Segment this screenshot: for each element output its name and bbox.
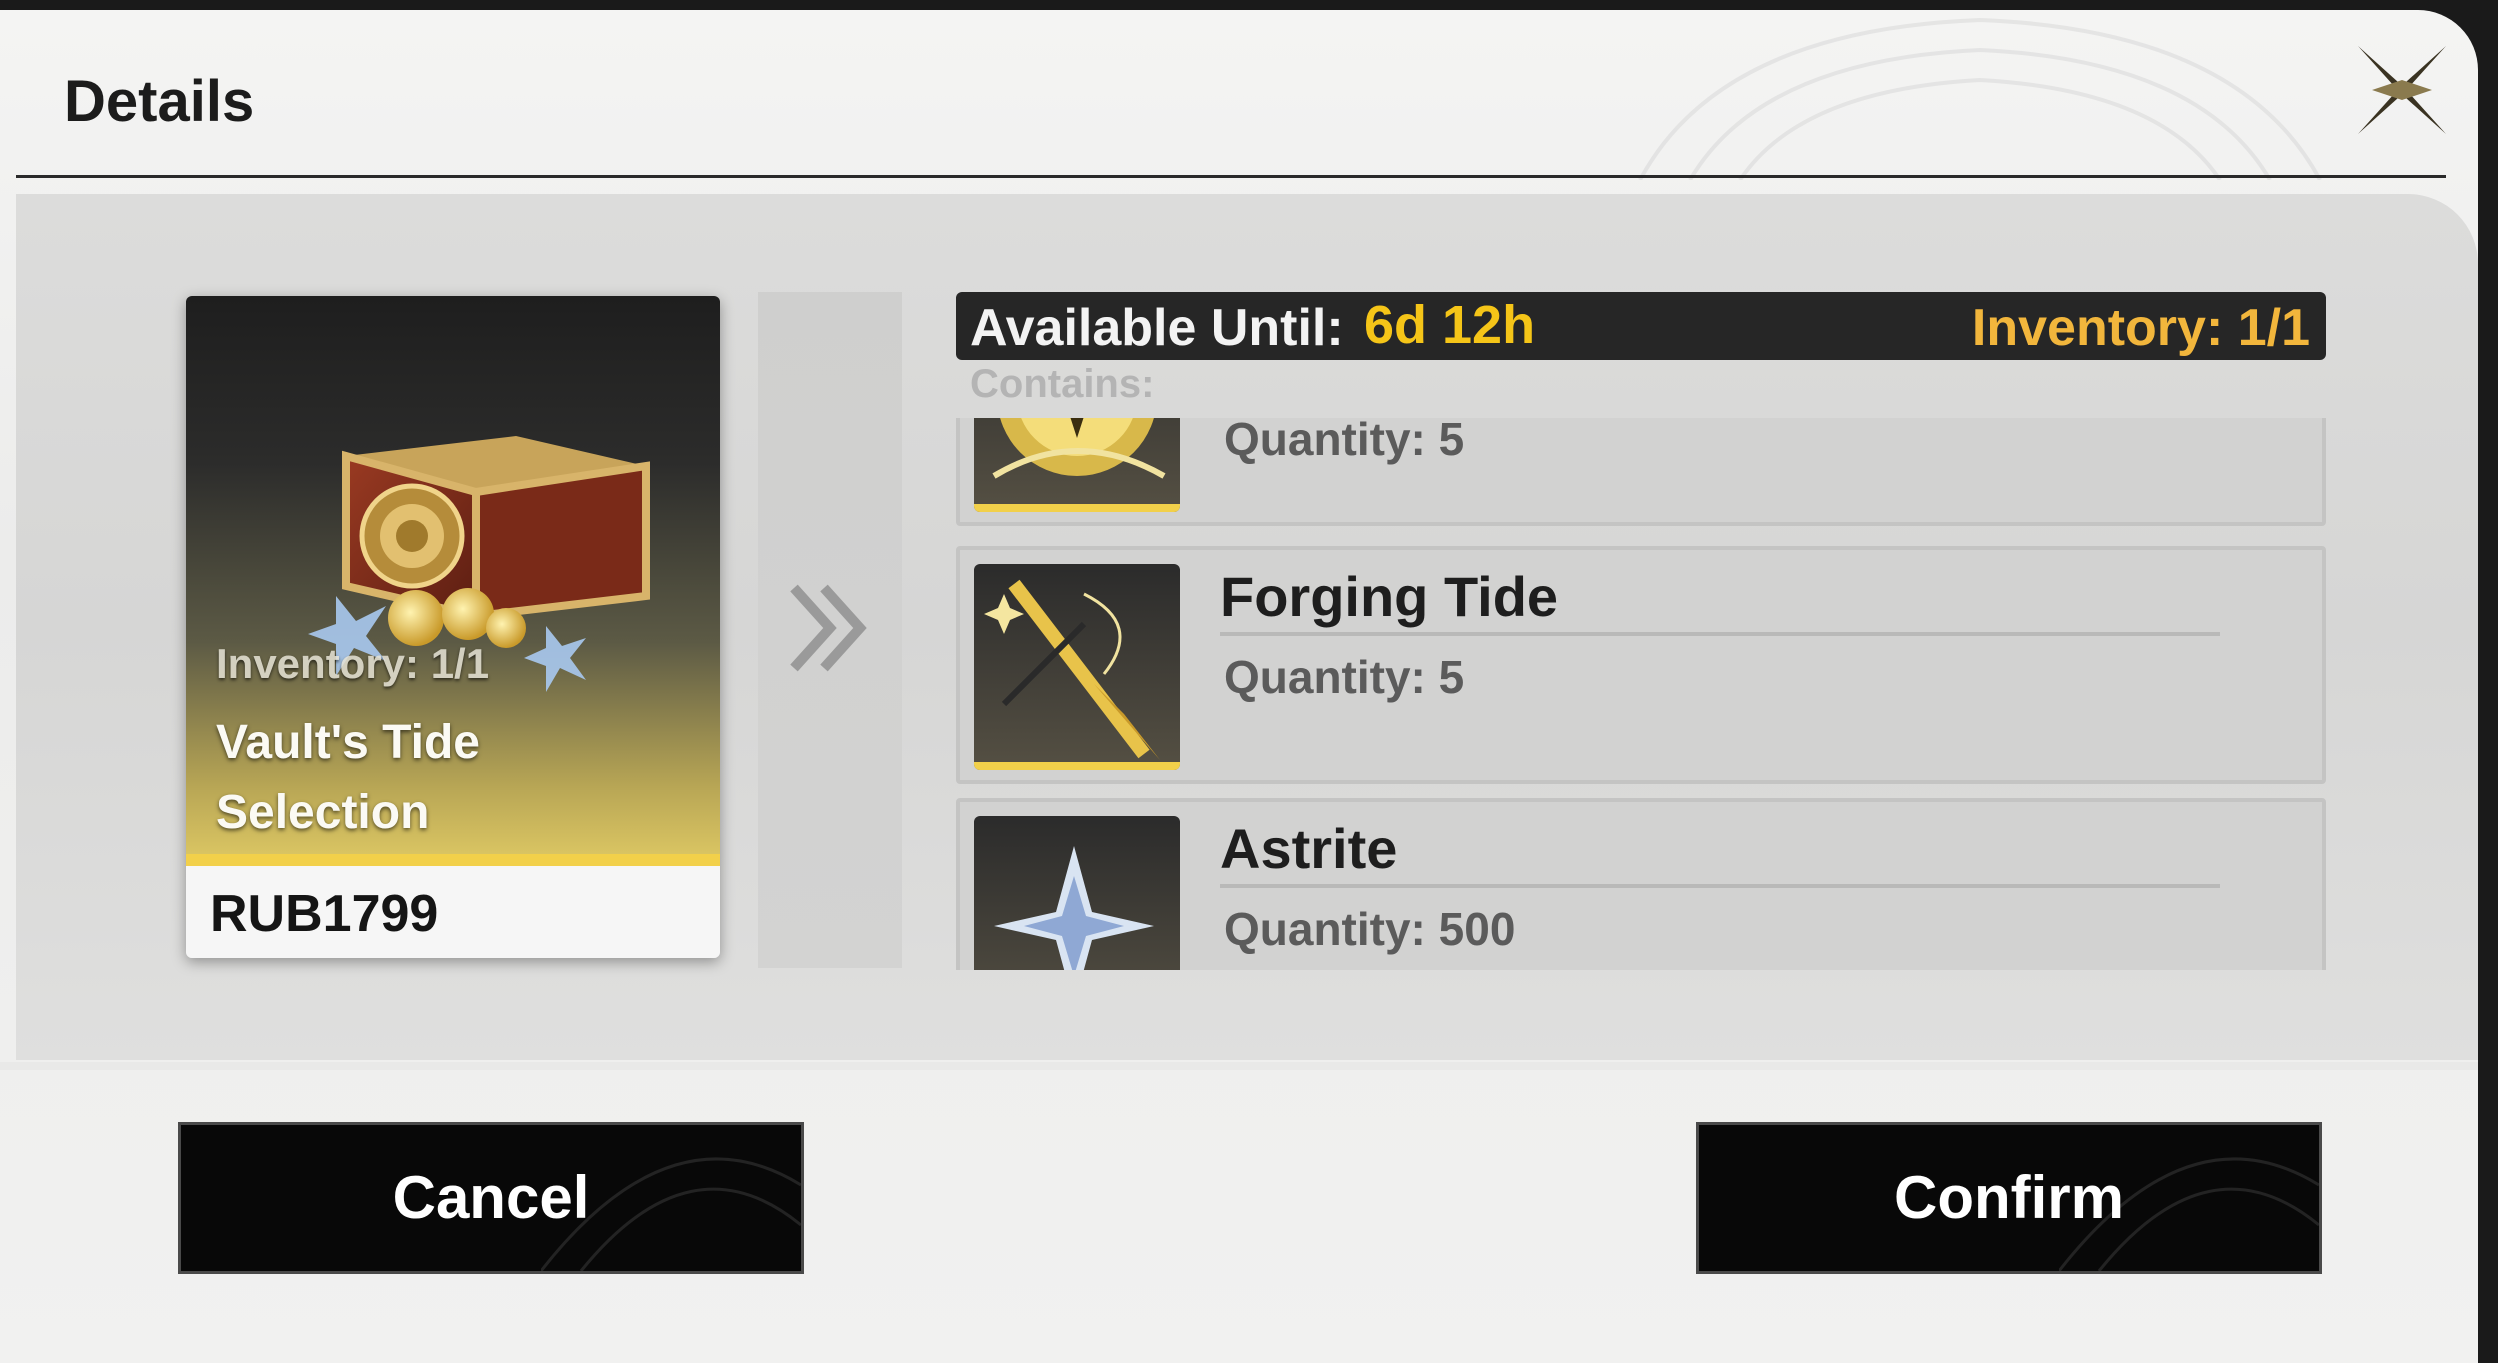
item-divider: [1220, 632, 2220, 636]
details-content: Inventory: 1/1 Vault's Tide Selection RU…: [16, 194, 2478, 1060]
title-bar: Details: [0, 10, 2478, 180]
gold-orb-icon: [974, 418, 1180, 512]
item-quantity: Quantity: 500: [1224, 903, 1516, 955]
list-item: Astrite Quantity: 500: [956, 798, 2326, 970]
pack-name: Vault's Tide Selection: [216, 716, 480, 839]
availability-bar: Available Until: 6d 12h Inventory: 1/1: [956, 292, 2326, 360]
decorative-arcs: [1638, 17, 2322, 180]
item-quantity: Quantity: 5: [1224, 418, 1465, 465]
card-highlight-bar: [186, 854, 720, 866]
item-quantity: Quantity: 5: [1224, 651, 1465, 703]
inventory-count: Inventory: 1/1: [1971, 299, 2310, 357]
cancel-button-label: Cancel: [392, 1164, 590, 1231]
list-item: Forging Tide Quantity: 5: [956, 546, 2326, 784]
available-until-value: 6d 12h: [1364, 295, 1536, 355]
title-divider: [16, 175, 2446, 178]
item-name: Forging Tide: [1220, 565, 1559, 628]
close-icon: [2358, 46, 2446, 134]
dialog-title: Details: [64, 69, 255, 134]
contains-label: Contains:: [970, 362, 1155, 406]
astrite-crystal-icon: [974, 816, 1180, 970]
price-area: RUB1799: [186, 866, 720, 958]
close-button[interactable]: [2352, 40, 2452, 140]
card-inventory-label: Inventory: 1/1: [216, 640, 490, 687]
details-dialog: Details Inventory: 1/1 Vault's Tide Sele…: [0, 10, 2478, 1363]
item-divider: [1220, 884, 2220, 888]
item-glow: [974, 762, 1180, 770]
confirm-button[interactable]: Confirm: [1696, 1122, 2322, 1274]
available-until-label: Available Until:: [970, 299, 1344, 357]
arrow-divider: [758, 292, 902, 968]
pack-card: Inventory: 1/1 Vault's Tide Selection RU…: [186, 296, 720, 958]
contents-list[interactable]: Quantity: 5 Forging Tide Quantity: 5 Ast…: [956, 418, 2342, 970]
double-chevron-right-icon: [790, 584, 867, 672]
price-label: RUB1799: [210, 885, 439, 943]
confirm-button-label: Confirm: [1894, 1164, 2124, 1231]
list-item: Quantity: 5: [956, 418, 2326, 526]
footer-divider: [0, 1062, 2478, 1070]
item-name: Astrite: [1220, 817, 1398, 880]
forging-tide-sword-icon: [974, 564, 1180, 770]
cancel-button[interactable]: Cancel: [178, 1122, 804, 1274]
item-glow: [974, 504, 1180, 512]
